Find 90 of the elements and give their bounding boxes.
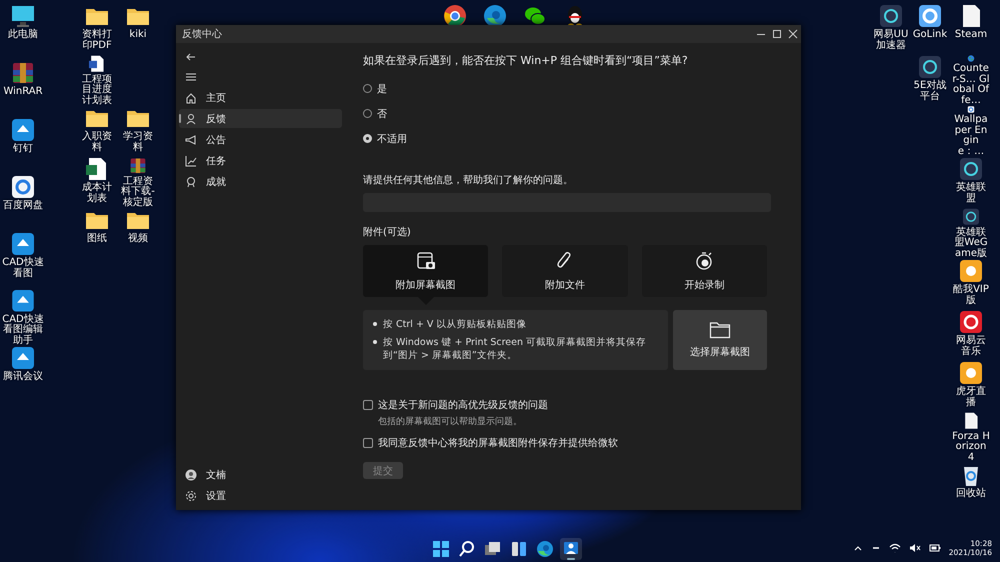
- attachment-tile[interactable]: 附加屏幕截图: [363, 245, 488, 297]
- app-icon[interactable]: [11, 232, 35, 256]
- bullet-icon: [373, 322, 377, 326]
- sidebar-item[interactable]: 反馈: [179, 109, 342, 128]
- desktop-icon-label[interactable]: 英雄联盟: [952, 183, 990, 204]
- attachment-tile[interactable]: 附加文件: [502, 245, 628, 297]
- app-icon[interactable]: [959, 259, 983, 283]
- chart-icon: [185, 154, 197, 166]
- edge-icon: [535, 539, 555, 559]
- desktop-icon-label[interactable]: 5E对战平台: [911, 81, 949, 102]
- folder-icon: [709, 321, 731, 339]
- monitor-icon[interactable]: [11, 4, 35, 28]
- app-icon[interactable]: [918, 4, 942, 28]
- desktop-icon-label[interactable]: 钉钉: [0, 144, 46, 154]
- desktop-icon-label[interactable]: 图纸: [78, 234, 116, 244]
- desktop-icon-label[interactable]: Steam: [952, 30, 990, 40]
- app-icon[interactable]: [11, 118, 35, 142]
- desktop-icon-label[interactable]: Forza Horizon 4: [952, 432, 990, 463]
- desktop-icon-label[interactable]: 网易云音乐: [952, 336, 990, 357]
- timer-record-icon: [694, 250, 714, 270]
- app-icon[interactable]: [879, 4, 903, 28]
- choose-screenshot-button[interactable]: 选择屏幕截图: [673, 310, 767, 370]
- sidebar-item[interactable]: 文楠: [179, 465, 342, 484]
- taskbar-button[interactable]: [560, 538, 582, 560]
- app-icon[interactable]: [11, 289, 35, 312]
- megaphone-icon: [185, 134, 197, 146]
- desktop-icon-label[interactable]: 工程资料下载-核定版: [119, 176, 157, 208]
- desktop-icon-label[interactable]: 回收站: [952, 489, 990, 500]
- tip-text: 按 Ctrl + V 以从剪贴板粘贴图像: [383, 318, 526, 331]
- desktop-icon-label[interactable]: 此电脑: [0, 30, 46, 40]
- badge-icon: [185, 176, 197, 188]
- desktop-icon-label[interactable]: 腾讯会议: [0, 372, 46, 382]
- radio-option[interactable]: 否: [363, 101, 443, 126]
- app-icon[interactable]: [959, 157, 983, 181]
- desktop-icon-label[interactable]: CAD快速看图: [0, 258, 46, 279]
- desktop-icon-label[interactable]: 资料打印PDF: [78, 30, 116, 51]
- desktop-icon-label[interactable]: 虎牙直播: [952, 387, 990, 408]
- desktop-icon-label[interactable]: Wallpaper Engine：…: [952, 115, 990, 157]
- sidebar-item[interactable]: 任务: [179, 151, 342, 170]
- desktop-icon-label[interactable]: 工程项目进度计划表: [78, 74, 116, 106]
- desktop-icon-label[interactable]: 网易UU加速器: [872, 30, 910, 51]
- speaker-icon[interactable]: [908, 543, 921, 553]
- archive-icon[interactable]: [11, 61, 35, 85]
- checkbox[interactable]: 我同意反馈中心将我的屏幕截图附件保存并提供给微软: [363, 436, 618, 450]
- app-icon[interactable]: [959, 361, 983, 385]
- avatar-icon: [185, 468, 197, 480]
- app-icon[interactable]: [918, 55, 942, 79]
- sidebar-item[interactable]: 主页: [179, 88, 342, 107]
- sidebar-item[interactable]: 公告: [179, 130, 342, 149]
- radio-option[interactable]: 不适用: [363, 126, 443, 151]
- checkbox[interactable]: 这是关于新问题的高优先级反馈的问题: [363, 398, 548, 412]
- screenshot-icon: [416, 250, 436, 270]
- desktop-icon-label[interactable]: GoLink: [911, 30, 949, 40]
- desktop-icon-label[interactable]: 入职资料: [78, 132, 116, 153]
- start-icon: [431, 539, 451, 559]
- attachment-tile[interactable]: 开始录制: [642, 245, 767, 297]
- sidebar-item[interactable]: 设置: [179, 486, 342, 505]
- taskbar-button[interactable]: [430, 538, 452, 560]
- desktop-icon-label[interactable]: 英雄联盟WeGame版: [952, 228, 990, 259]
- menu-icon[interactable]: [185, 71, 197, 83]
- back-arrow-icon[interactable]: [185, 51, 197, 63]
- search-icon: [457, 539, 477, 559]
- widgets-icon: [509, 539, 529, 559]
- window-title: 反馈中心: [182, 28, 223, 41]
- home-icon: [185, 92, 197, 104]
- desktop-icon-label[interactable]: 视频: [119, 234, 157, 244]
- settings-icon: [185, 490, 197, 502]
- spreadsheet-icon[interactable]: [85, 157, 109, 181]
- desktop-icon-label[interactable]: 百度网盘: [0, 201, 46, 212]
- radio-option[interactable]: 是: [363, 76, 443, 101]
- desktop-icon-label[interactable]: kiki: [119, 30, 157, 40]
- person-icon: [185, 112, 197, 124]
- sidebar-item[interactable]: 成就: [179, 172, 342, 191]
- hint-text: 包括的屏幕截图可以帮助显示问题。: [377, 416, 523, 428]
- app-icon[interactable]: [959, 310, 983, 334]
- question-text: 如果在登录后遇到，能否在按下 Win+P 组合键时看到“项目”菜单?: [363, 53, 689, 68]
- app-icon[interactable]: [11, 346, 35, 370]
- desktop-icon-label[interactable]: 成本计划表: [78, 183, 116, 204]
- section-heading: 附件(可选): [363, 226, 412, 239]
- taskbar-button[interactable]: [534, 538, 556, 560]
- prompt-text: 请提供任何其他信息，帮助我们了解你的问题。: [363, 174, 574, 187]
- desktop-icon-label[interactable]: 酷我VIP版: [952, 285, 990, 306]
- battery-icon[interactable]: [928, 543, 941, 553]
- desktop-icon-label[interactable]: 学习资料: [119, 132, 157, 153]
- tip-text: 按 Windows 键 + Print Screen 可截取屏幕截图并将其保存到“图片 > 屏幕截图”文件夹。: [383, 336, 647, 362]
- app-icon[interactable]: [11, 175, 35, 199]
- desktop-icon-label[interactable]: WinRAR: [0, 87, 46, 98]
- bullet-icon: [373, 340, 377, 344]
- desktop-icon-label[interactable]: Counter-S… Global Offe…: [952, 64, 990, 106]
- desktop-icon-label[interactable]: CAD快速看图编辑助手: [0, 314, 46, 346]
